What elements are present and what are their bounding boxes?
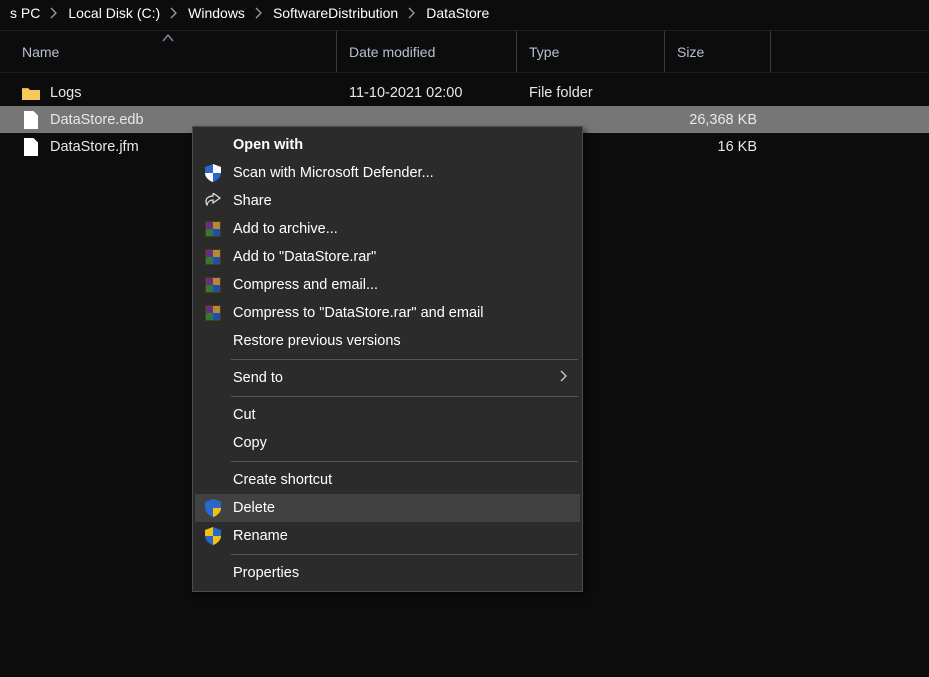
menu-open-with[interactable]: Open with <box>195 131 580 159</box>
menu-separator <box>231 396 578 397</box>
menu-add-to-rar[interactable]: Add to "DataStore.rar" <box>195 243 580 271</box>
menu-label: Scan with Microsoft Defender... <box>233 165 434 181</box>
shield-icon <box>204 164 222 182</box>
file-name: Logs <box>50 85 81 101</box>
context-menu: Open with Scan with Microsoft Defender..… <box>192 126 583 592</box>
menu-label: Restore previous versions <box>233 333 401 349</box>
column-label: Name <box>22 44 59 60</box>
menu-scan-defender[interactable]: Scan with Microsoft Defender... <box>195 159 580 187</box>
menu-label: Add to "DataStore.rar" <box>233 249 376 265</box>
column-headers: Name Date modified Type Size <box>0 31 929 73</box>
winrar-icon <box>204 304 222 322</box>
column-label: Type <box>529 44 559 60</box>
menu-separator <box>231 554 578 555</box>
crumb-local-disk[interactable]: Local Disk (C:) <box>62 3 166 23</box>
column-header-size[interactable]: Size <box>665 31 771 72</box>
column-label: Date modified <box>349 44 435 60</box>
file-name: DataStore.edb <box>50 112 144 128</box>
menu-restore-versions[interactable]: Restore previous versions <box>195 327 580 355</box>
menu-rename[interactable]: Rename <box>195 522 580 550</box>
file-size: 26,368 KB <box>665 112 771 128</box>
chevron-right-icon[interactable] <box>166 7 182 19</box>
winrar-icon <box>204 248 222 266</box>
file-icon <box>22 138 40 156</box>
menu-label: Share <box>233 193 272 209</box>
share-icon <box>204 192 222 210</box>
chevron-right-icon[interactable] <box>404 7 420 19</box>
sort-ascending-icon <box>162 29 174 45</box>
menu-add-archive[interactable]: Add to archive... <box>195 215 580 243</box>
file-size: 16 KB <box>665 139 771 155</box>
crumb-datastore[interactable]: DataStore <box>420 3 495 23</box>
column-label: Size <box>677 44 704 60</box>
breadcrumb: s PC Local Disk (C:) Windows SoftwareDis… <box>0 0 929 30</box>
menu-separator <box>231 359 578 360</box>
file-type: File folder <box>517 85 665 101</box>
menu-label: Copy <box>233 435 267 451</box>
menu-send-to[interactable]: Send to <box>195 364 580 392</box>
menu-create-shortcut[interactable]: Create shortcut <box>195 466 580 494</box>
menu-properties[interactable]: Properties <box>195 559 580 587</box>
menu-label: Compress to "DataStore.rar" and email <box>233 305 483 321</box>
uac-shield-icon <box>204 499 222 517</box>
file-name: DataStore.jfm <box>50 139 139 155</box>
menu-label: Add to archive... <box>233 221 338 237</box>
menu-label: Create shortcut <box>233 472 332 488</box>
column-header-type[interactable]: Type <box>517 31 665 72</box>
menu-delete[interactable]: Delete <box>195 494 580 522</box>
folder-row[interactable]: Logs 11-10-2021 02:00 File folder <box>0 79 929 106</box>
menu-label: Cut <box>233 407 256 423</box>
menu-label: Compress and email... <box>233 277 378 293</box>
column-header-date[interactable]: Date modified <box>337 31 517 72</box>
menu-compress-email[interactable]: Compress and email... <box>195 271 580 299</box>
column-header-name[interactable]: Name <box>0 31 337 72</box>
chevron-right-icon[interactable] <box>46 7 62 19</box>
menu-copy[interactable]: Copy <box>195 429 580 457</box>
chevron-right-icon[interactable] <box>251 7 267 19</box>
winrar-icon <box>204 276 222 294</box>
menu-label: Delete <box>233 500 275 516</box>
menu-label: Rename <box>233 528 288 544</box>
file-date: 11-10-2021 02:00 <box>337 85 517 101</box>
menu-label: Properties <box>233 565 299 581</box>
chevron-right-icon <box>560 370 568 386</box>
crumb-windows[interactable]: Windows <box>182 3 251 23</box>
menu-share[interactable]: Share <box>195 187 580 215</box>
menu-cut[interactable]: Cut <box>195 401 580 429</box>
file-icon <box>22 111 40 129</box>
menu-label: Send to <box>233 370 283 386</box>
menu-separator <box>231 461 578 462</box>
crumb-softwaredistribution[interactable]: SoftwareDistribution <box>267 3 404 23</box>
winrar-icon <box>204 220 222 238</box>
uac-shield-icon <box>204 527 222 545</box>
menu-compress-rar-email[interactable]: Compress to "DataStore.rar" and email <box>195 299 580 327</box>
menu-label: Open with <box>233 137 303 153</box>
crumb-this-pc[interactable]: s PC <box>4 3 46 23</box>
folder-icon <box>22 84 40 102</box>
